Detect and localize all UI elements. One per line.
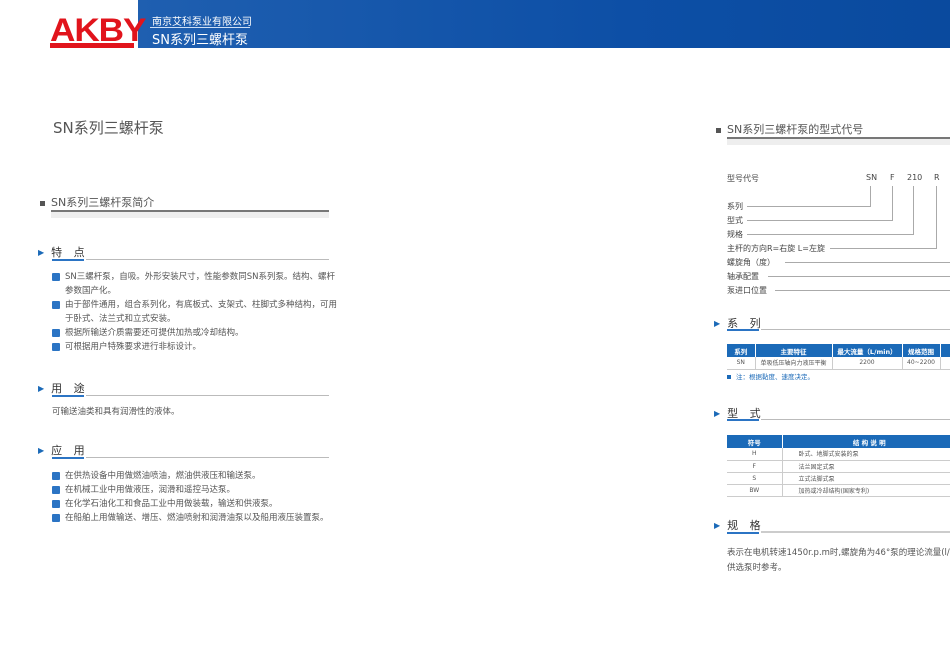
code-part: 螺旋角（度） — [727, 258, 775, 267]
spec-text: 表示在电机转速1450r.p.m时,螺旋角为46°泵的理论流量(l/供选泵时参考… — [727, 548, 950, 573]
leader-line — [892, 186, 893, 220]
bullet-icon — [52, 486, 60, 494]
accent — [727, 532, 759, 534]
arrow-icon: ▶ — [714, 520, 721, 530]
usage-title: 用 途 — [51, 382, 89, 395]
usage-heading: ▶ 用 途 — [38, 380, 89, 396]
features-title: 特 点 — [51, 246, 89, 259]
code-part: 主杆的方向R=右旋 L=左旋 — [727, 244, 825, 253]
rule-band — [51, 212, 329, 218]
leader-line — [747, 234, 914, 235]
rule — [761, 419, 950, 420]
list-item: 在供热设备中用做燃油喷油，燃油供液压和输送泵。 — [52, 469, 352, 483]
code-part: 系列 — [727, 202, 743, 211]
arrow-icon: ▶ — [714, 318, 721, 328]
leader-line — [747, 220, 893, 221]
bullet-icon — [52, 472, 60, 480]
series-table: 系列 主要特征 最大流量（L/min） 规格范围 SN 单吸低压轴向力液压平衡 2200 4… — [727, 344, 950, 370]
square-bullet-icon — [40, 200, 45, 206]
leader-line — [830, 248, 937, 249]
list-item: 在机械工业中用做液压，润滑和遥控马达泵。 — [52, 483, 352, 497]
bullet-icon — [52, 343, 60, 351]
accent — [52, 395, 84, 397]
application-heading: ▶ 应 用 — [38, 442, 89, 458]
company-name: 南京艾科泵业有限公司 — [152, 17, 252, 28]
leader-line — [913, 186, 914, 234]
code-spec: 210 — [907, 173, 923, 182]
code-part: 规格 — [727, 230, 743, 239]
rule — [86, 395, 329, 396]
arrow-icon: ▶ — [38, 383, 45, 393]
page-title: SN系列三螺杆泵 — [53, 119, 164, 137]
arrow-icon: ▶ — [38, 445, 45, 455]
accent — [727, 329, 759, 331]
accent — [52, 457, 84, 459]
arrow-icon: ▶ — [38, 247, 45, 257]
list-item: 可根据用户特殊要求进行非标设计。 — [52, 340, 337, 354]
code-series: SN — [866, 173, 878, 182]
type-table: 符号结 构 说 明 H 卧式、地脚式安装的泵 F 法兰固定式泵 S 立式法脚式泵 BW… — [727, 435, 950, 497]
model-code-heading: SN系列三螺杆泵的型式代号 — [716, 121, 863, 137]
series-note: 注：根据黏度、速度决定。 — [727, 371, 814, 381]
list-item: 在化学石油化工和食品工业中用做装载，输送和供液泵。 — [52, 497, 352, 511]
spec-title: 规 格 — [727, 519, 765, 532]
accent — [727, 419, 759, 421]
model-code-label: 型号代号 — [727, 174, 759, 183]
bullet-icon — [52, 273, 60, 281]
rule — [86, 259, 329, 260]
code-part: 型式 — [727, 216, 743, 225]
arrow-icon: ▶ — [714, 408, 721, 418]
list-item: SN三螺杆泵，自吸。外形安装尺寸，性能参数同SN系列泵。结构、螺杆参数国产化。 — [52, 270, 337, 298]
square-bullet-icon — [716, 127, 721, 133]
code-part: 泵进口位置 — [727, 286, 767, 295]
application-title: 应 用 — [51, 444, 89, 457]
leader-line — [768, 276, 950, 277]
leader-line — [785, 262, 950, 263]
leader-line — [775, 290, 950, 291]
table-row: H 卧式、地脚式安装的泵 — [727, 448, 950, 461]
code-part: 轴承配置 — [727, 272, 759, 281]
leader-line — [870, 186, 871, 206]
bullet-icon — [52, 301, 60, 309]
header-divider — [150, 27, 250, 28]
spec-heading: ▶ 规 格 — [714, 517, 765, 533]
rule — [761, 329, 950, 330]
rule-band — [727, 139, 950, 145]
header-banner — [138, 0, 950, 48]
code-direction: R — [934, 173, 940, 182]
list-item: 在船舶上用做输送、增压、燃油喷射和润滑油泵以及船用液压装置泵。 — [52, 511, 352, 525]
rule — [86, 457, 329, 458]
list-item: 由于部件通用，组合系列化，有底板式、支架式、柱脚式多种结构，可用于卧式、法兰式和… — [52, 298, 337, 326]
list-item: 根据所输送介质需要还可提供加热或冷却结构。 — [52, 326, 337, 340]
intro-title: SN系列三螺杆泵简介 — [51, 196, 155, 209]
bullet-icon — [52, 329, 60, 337]
table-row: F 法兰固定式泵 — [727, 460, 950, 473]
leader-line — [936, 186, 937, 248]
table-row: SN 单吸低压轴向力液压平衡 2200 40~2200 — [727, 357, 950, 370]
rule — [761, 531, 950, 533]
header-subtitle: SN系列三螺杆泵 — [152, 33, 248, 48]
bullet-icon — [52, 500, 60, 508]
model-code-title: SN系列三螺杆泵的型式代号 — [727, 123, 864, 136]
code-type: F — [890, 173, 895, 182]
usage-text: 可输送油类和具有润滑性的液体。 — [52, 407, 180, 417]
logo-underline — [50, 43, 134, 48]
bullet-icon — [52, 514, 60, 522]
intro-heading: SN系列三螺杆泵简介 — [40, 194, 154, 210]
table-row: S 立式法脚式泵 — [727, 472, 950, 485]
features-heading: ▶ 特 点 — [38, 244, 89, 260]
accent — [52, 259, 84, 261]
leader-line — [747, 206, 871, 207]
table-row: BW 加热或冷却结构(国家专利) — [727, 484, 950, 497]
